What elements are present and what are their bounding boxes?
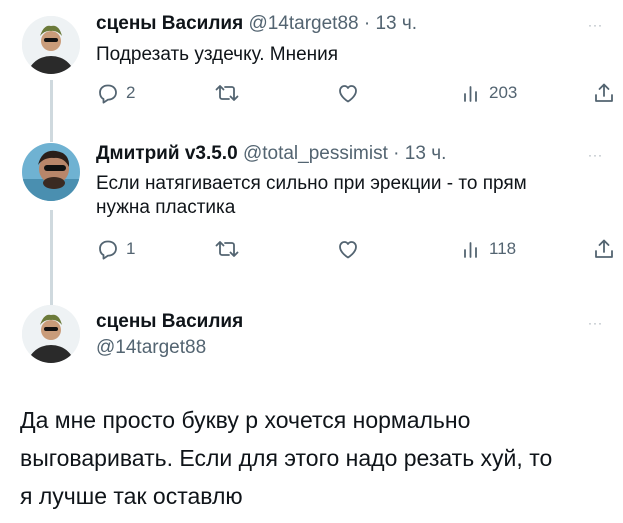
avatar-image [22,143,80,201]
tweet-text: Подрезать уздечку. Мнения [96,44,339,65]
share-icon [595,239,613,258]
share-icon [595,83,613,102]
tweet-text-line: выговаривать. Если для этого надо резать… [20,445,553,471]
reply-icon [99,240,117,260]
views-button[interactable]: 203 [461,79,517,107]
tweet-header: сцены Василия @14target88 · 13 ч. [96,13,417,35]
like-button[interactable] [336,235,360,263]
retweet-button[interactable] [214,79,240,107]
tweet-text-line: Если натягивается сильно при эрекции - т… [96,173,527,194]
author-handle[interactable]: @14target88 [96,337,206,359]
thread-line-2 [50,210,53,305]
avatar[interactable] [22,16,80,74]
like-icon [339,241,357,259]
like-button[interactable] [336,79,360,107]
timestamp[interactable]: 13 ч. [375,13,417,34]
more-icon[interactable]: ··· [588,316,603,330]
author-name[interactable]: сцены Василия [96,13,243,34]
avatar-image [22,16,80,74]
thread-line-1 [50,80,53,142]
timestamp[interactable]: 13 ч. [405,143,447,164]
views-count: 203 [489,83,518,102]
share-button[interactable] [592,79,616,107]
views-icon [464,242,477,258]
reply-icon [99,84,117,104]
views-icon [464,86,477,102]
avatar[interactable] [22,305,80,363]
author-handle[interactable]: @total_pessimist [243,143,388,164]
views-count: 118 [489,239,517,258]
tweet-text: Если натягивается сильно при эрекции - т… [96,172,527,220]
author-handle[interactable]: @14target88 [248,13,358,34]
tweet-text-line: я лучше так оставлю [20,483,243,509]
tweet-actions: 1 118 [96,235,616,263]
tweet-actions: 2 203 [96,79,616,107]
retweet-icon [215,85,239,101]
author-name[interactable]: Дмитрий v3.5.0 [96,143,238,164]
reply-button[interactable]: 1 [96,235,135,263]
more-icon[interactable]: ··· [588,18,603,32]
share-button[interactable] [592,235,616,263]
retweet-icon [215,241,239,257]
reply-count: 2 [126,83,136,102]
tweet-header: сцены Василия [96,311,243,333]
avatar-image [22,305,80,363]
more-icon[interactable]: ··· [588,148,603,162]
avatar[interactable] [22,143,80,201]
separator-dot: · [363,13,371,34]
tweet-text-line: Да мне просто букву р хочется нормально [20,407,471,433]
like-icon [339,85,357,103]
reply-button[interactable]: 2 [96,79,135,107]
separator-dot: · [393,143,400,164]
views-button[interactable]: 118 [461,235,516,263]
reply-count: 1 [126,239,136,258]
tweet-text-line: нужна пластика [96,197,236,218]
tweet-text: Да мне просто букву р хочется нормально … [20,401,610,515]
retweet-button[interactable] [214,235,240,263]
tweet-header: Дмитрий v3.5.0 @total_pessimist · 13 ч. [96,143,446,165]
author-name[interactable]: сцены Василия [96,311,243,332]
